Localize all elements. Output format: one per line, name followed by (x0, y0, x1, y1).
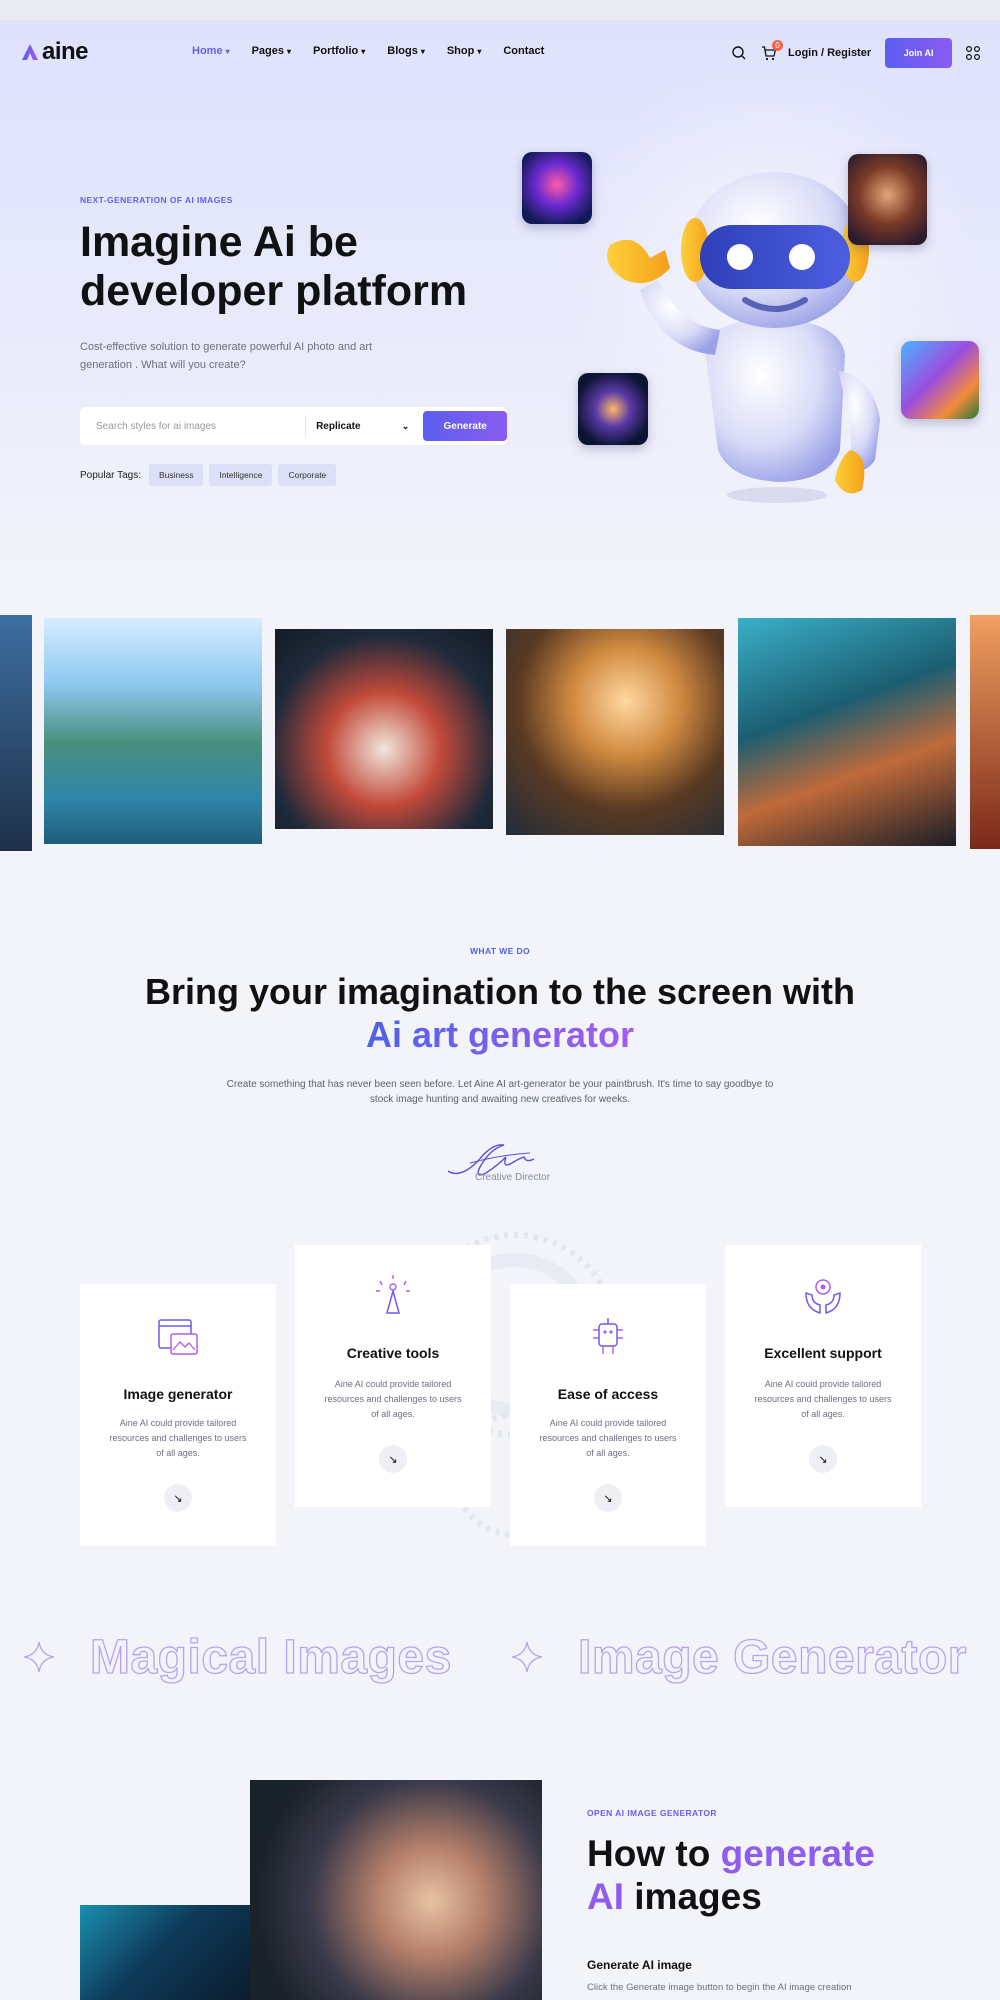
hero-thumb-bird (901, 341, 979, 419)
gallery-image[interactable] (970, 615, 1000, 849)
card-text: Aine AI could provide tailored resources… (539, 1418, 677, 1458)
support-icon (805, 1279, 841, 1314)
chevron-down-icon: ⌄ (401, 420, 410, 431)
card-text: Aine AI could provide tailored resources… (754, 1379, 892, 1419)
feature-card-ease-of-access: Ease of access Aine AI could provide tai… (510, 1284, 706, 1546)
outline-text-marquee: Magical Images Image Generator (0, 1622, 1000, 1692)
creative-tools-icon (376, 1275, 410, 1314)
menu-label: Shop (446, 45, 475, 57)
howto-title-accent: AI (587, 1876, 624, 1917)
chevron-down-icon: ▾ (477, 46, 482, 56)
search-input[interactable] (96, 420, 306, 432)
tag-intelligence[interactable]: Intelligence (209, 464, 273, 486)
gallery-image[interactable] (275, 629, 493, 829)
feature-card-image-generator: Image generator Aine AI could provide ta… (80, 1284, 276, 1546)
search-divider (305, 415, 307, 437)
card-title: Image generator (123, 1386, 233, 1402)
card-text: Aine AI could provide tailored resources… (109, 1418, 247, 1458)
menu-label: Pages (251, 45, 284, 57)
tag-corporate[interactable]: Corporate (278, 464, 337, 486)
card-title: Ease of access (557, 1386, 659, 1402)
menu-label: Home (192, 45, 223, 57)
signature-role: Creative Director (475, 1172, 551, 1183)
menu-item-pages[interactable]: Pages ▾ (252, 45, 291, 57)
howto-image-small (80, 1905, 260, 2000)
feature-card-creative-tools: Creative tools Aine AI could provide tai… (295, 1245, 491, 1507)
hero-thumb-galaxy (578, 373, 648, 445)
image-search-bar: Replicate ⌄ Generate (80, 407, 507, 445)
login-register-link[interactable]: Login / Register (788, 47, 871, 59)
image-generator-icon (158, 1319, 198, 1355)
menu-label: Contact (503, 45, 545, 57)
section-subtitle: Create something that has never been see… (226, 1079, 774, 1105)
gallery-image[interactable] (44, 618, 262, 844)
howto-title-part: How to (587, 1833, 711, 1874)
popular-tags: Popular Tags: Business Intelligence Corp… (80, 464, 337, 486)
marquee-text: Image Generator (577, 1630, 967, 1684)
howto-title: How to generate AI images (587, 1832, 967, 1918)
card-title: Excellent support (764, 1345, 882, 1361)
hero-eyebrow: NEXT-GENERATION OF AI IMAGES (80, 195, 233, 205)
ease-of-access-icon (593, 1318, 623, 1354)
main-menu: Home ▾ Pages ▾ Portfolio ▾ Blogs ▾ Shop ▾ Con… (192, 45, 566, 57)
chevron-down-icon: ▾ (420, 46, 425, 56)
tag-business[interactable]: Business (148, 464, 204, 486)
menu-label: Portfolio (313, 45, 359, 57)
howto-eyebrow: OPEN AI IMAGE GENERATOR (587, 1808, 717, 1818)
menu-item-blogs[interactable]: Blogs ▾ (387, 45, 425, 57)
arrow-button[interactable]: ↘ (594, 1484, 622, 1512)
chevron-down-icon: ▾ (361, 46, 366, 56)
section-title: Bring your imagination to the screen wit… (0, 970, 1000, 1056)
model-select-value: Replicate (316, 420, 361, 432)
step-text: Click the Generate image button to begin… (587, 1982, 852, 1993)
hero-title: Imagine Ai be developer platform (80, 218, 468, 315)
popular-tags-label: Popular Tags: (80, 469, 141, 481)
apps-grid-icon[interactable] (964, 44, 982, 62)
hero-thumb-portrait (848, 154, 927, 245)
howto-image-main (250, 1780, 542, 2000)
menu-item-contact[interactable]: Contact (503, 45, 544, 57)
howto-title-accent: generate (720, 1833, 875, 1874)
menu-item-shop[interactable]: Shop ▾ (447, 45, 482, 57)
nav-actions: 0 Login / Register Join AI (730, 38, 982, 68)
arrow-button[interactable]: ↘ (164, 1484, 192, 1512)
marquee-text: Magical Images (89, 1630, 452, 1684)
card-title: Creative tools (346, 1345, 440, 1361)
section-eyebrow: WHAT WE DO (469, 946, 531, 956)
gallery-image[interactable] (506, 629, 724, 835)
step-title: Generate AI image (587, 1958, 692, 1972)
cart-count-badge: 0 (772, 40, 783, 51)
image-gallery (0, 612, 1000, 852)
feature-card-excellent-support: Excellent support Aine AI could provide … (725, 1245, 921, 1507)
cart-icon[interactable]: 0 (760, 40, 783, 62)
logo[interactable]: aine (20, 38, 89, 66)
gallery-image[interactable] (0, 615, 32, 851)
sparkle-icon (23, 1641, 55, 1673)
logo-mark-icon (22, 44, 38, 60)
howto-title-part: images (634, 1876, 762, 1917)
section-title-plain: Bring your imagination to the screen wit… (144, 971, 856, 1012)
menu-item-portfolio[interactable]: Portfolio ▾ (313, 45, 365, 57)
arrow-button[interactable]: ↘ (809, 1445, 837, 1473)
hero-thumb-brain (522, 152, 592, 224)
logo-text: aine (42, 38, 89, 65)
top-navigation: aine Home ▾ Pages ▾ Portfolio ▾ Blogs ▾ Shop… (0, 20, 1000, 84)
model-select[interactable]: Replicate ⌄ (316, 421, 413, 432)
menu-item-home[interactable]: Home ▾ (192, 45, 230, 57)
hero-subtitle: Cost-effective solution to generate powe… (80, 341, 373, 371)
chevron-down-icon: ▾ (225, 46, 230, 56)
browser-top-strip (0, 0, 1000, 20)
generate-button[interactable]: Generate (423, 411, 507, 441)
chevron-down-icon: ▾ (287, 46, 292, 56)
gallery-image[interactable] (738, 618, 956, 846)
search-icon[interactable] (730, 44, 748, 62)
arrow-button[interactable]: ↘ (379, 1445, 407, 1473)
menu-label: Blogs (387, 45, 418, 57)
sparkle-icon (511, 1641, 543, 1673)
join-ai-button[interactable]: Join AI (885, 38, 953, 68)
section-title-accent: Ai art generator (365, 1014, 635, 1055)
card-text: Aine AI could provide tailored resources… (324, 1379, 462, 1419)
